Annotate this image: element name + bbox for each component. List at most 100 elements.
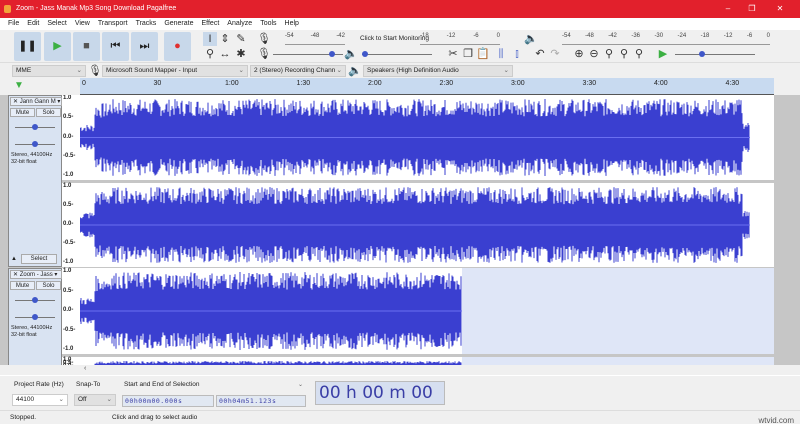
snap-to-label: Snap-To [76, 381, 100, 388]
mute-button[interactable]: Mute [10, 108, 35, 117]
waveform[interactable] [80, 183, 774, 267]
menu-analyze[interactable]: Analyze [227, 18, 252, 30]
play-speed-slider[interactable] [675, 54, 755, 55]
amplitude-scale: 1.00.5-0.0--0.5--1.0 [62, 183, 80, 267]
menu-help[interactable]: Help [285, 18, 299, 30]
play-head-icon[interactable]: ▼ [14, 80, 24, 91]
zoom-toggle-icon[interactable]: ⚲ [632, 47, 646, 61]
timeshift-tool-icon[interactable]: ↔ [218, 47, 232, 61]
menu-generate[interactable]: Generate [164, 18, 193, 30]
waveform[interactable] [80, 268, 774, 354]
fit-selection-icon[interactable]: ⚲ [602, 47, 616, 61]
track-name-menu[interactable]: ✕ Zoom - Jass ▾ [10, 270, 62, 279]
paste-icon[interactable]: 📋 [476, 47, 490, 61]
channels-select[interactable]: 2 (Stereo) Recording Chann⌄ [250, 65, 346, 77]
menu-bar: File Edit Select View Transport Tracks G… [0, 18, 800, 30]
play-at-speed-icon[interactable]: ▶ [656, 47, 670, 61]
watermark: wtvid.com [758, 416, 794, 425]
undo-icon[interactable]: ↶ [533, 47, 547, 61]
track-bitdepth: 32-bit float [11, 159, 52, 166]
input-device-select[interactable]: Microsoft Sound Mapper - Input⌄ [102, 65, 248, 77]
record-meter-right[interactable]: -18-12-60 [420, 33, 500, 45]
play-button[interactable]: ▶ [44, 32, 71, 61]
ruler-tick: 4:00 [654, 80, 668, 87]
menu-tools[interactable]: Tools [260, 18, 276, 30]
zoom-out-icon[interactable]: ⊖ [587, 47, 601, 61]
speaker-volume-icon: 🔈 [344, 47, 358, 61]
draw-tool-icon[interactable]: ✎ [234, 32, 248, 46]
record-button[interactable]: ● [164, 32, 191, 61]
mic-volume-icon: 🎙 [257, 47, 271, 61]
fit-project-icon[interactable]: ⚲ [617, 47, 631, 61]
gain-slider[interactable] [15, 127, 55, 128]
monitor-label[interactable]: Click to Start Monitoring [360, 35, 429, 42]
menu-select[interactable]: Select [47, 18, 66, 30]
maximize-button[interactable]: ❐ [738, 0, 766, 18]
status-bar: Stopped. Click and drag to select audio [0, 410, 800, 424]
track-name-menu[interactable]: ✕ Jann Gann M ▾ [10, 97, 62, 106]
pause-button[interactable]: ❚❚ [14, 32, 41, 61]
selection-tool-icon[interactable]: I [203, 32, 217, 46]
skip-to-start-button[interactable]: ⏮ [102, 32, 129, 61]
timeline-ruler[interactable]: ▼ 0301:001:302:002:303:003:304:004:30 [0, 78, 800, 95]
menu-tracks[interactable]: Tracks [136, 18, 157, 30]
zoom-tool-icon[interactable]: ⚲ [203, 47, 217, 61]
waveform[interactable] [80, 95, 774, 180]
copy-icon[interactable]: ❐ [461, 47, 475, 61]
trim-icon[interactable]: ⫼ [494, 47, 508, 61]
multi-tool-icon[interactable]: ✱ [234, 47, 248, 61]
snap-to-select[interactable]: Off⌄ [74, 394, 116, 406]
amplitude-scale: 1.00.5-0.0--0.5--1.0 [62, 95, 80, 180]
menu-view[interactable]: View [75, 18, 90, 30]
waveform[interactable] [80, 357, 774, 365]
record-meter[interactable]: -54-48-42 [285, 33, 345, 45]
project-rate-select[interactable]: 44100⌄ [12, 394, 68, 406]
close-button[interactable]: ✕ [766, 0, 794, 18]
status-hint: Click and drag to select audio [112, 411, 197, 425]
selection-start-time[interactable]: 00h00m00.000s [122, 395, 214, 407]
amplitude-scale: 1.00.5-0.0--0.5--1.0 [62, 357, 80, 365]
pan-slider[interactable] [15, 144, 55, 145]
redo-icon[interactable]: ↷ [548, 47, 562, 61]
track-control-panel: ✕ Jann Gann M ▾ Mute Solo Stereo, 44100H… [8, 95, 62, 267]
ruler-tick: 2:30 [440, 80, 454, 87]
horizontal-scrollbar[interactable]: ‹ [0, 365, 800, 375]
window-title: Zoom - Jass Manak Mp3 Song Download Paga… [16, 5, 176, 12]
collapse-button[interactable]: ▲ [11, 256, 17, 262]
selection-mode-dropdown[interactable]: ⌄ [298, 381, 303, 388]
selection-end-time[interactable]: 00h04m51.123s [216, 395, 306, 407]
gain-slider[interactable] [15, 300, 55, 301]
pan-slider[interactable] [15, 317, 55, 318]
select-button[interactable]: Select [21, 254, 57, 264]
audio-host-select[interactable]: MME⌄ [12, 65, 86, 77]
mute-button[interactable]: Mute [10, 281, 35, 290]
audio-position-display[interactable]: 00 h 00 m 00 s [315, 381, 445, 405]
zoom-in-icon[interactable]: ⊕ [572, 47, 586, 61]
solo-button[interactable]: Solo [36, 108, 61, 117]
playback-volume-slider[interactable] [362, 54, 432, 55]
speaker-icon: 🔈 [348, 64, 362, 78]
ruler-tick: 2:00 [368, 80, 382, 87]
tracks-area[interactable]: ✕ Jann Gann M ▾ Mute Solo Stereo, 44100H… [0, 95, 800, 365]
menu-edit[interactable]: Edit [27, 18, 39, 30]
skip-to-end-button[interactable]: ⏭ [131, 32, 158, 61]
stop-button[interactable]: ■ [73, 32, 100, 61]
menu-file[interactable]: File [8, 18, 19, 30]
toolbar: ❚❚ ▶ ■ ⏮ ⏭ ● I ⇕ ✎ ⚲ ↔ ✱ 🎙 -54-48-42 Cli… [0, 30, 800, 63]
playback-meter-speaker-icon[interactable]: 🔈 [524, 32, 538, 46]
solo-button[interactable]: Solo [36, 281, 61, 290]
output-device-select[interactable]: Speakers (High Definition Audio⌄ [363, 65, 513, 77]
menu-transport[interactable]: Transport [98, 18, 128, 30]
track-format: Stereo, 44100Hz [11, 325, 52, 332]
title-bar: Zoom - Jass Manak Mp3 Song Download Paga… [0, 0, 800, 18]
microphone-icon: 🎙 [88, 64, 102, 78]
record-meter-mic-icon[interactable]: 🎙 [257, 32, 271, 46]
menu-effect[interactable]: Effect [202, 18, 220, 30]
recording-volume-slider[interactable] [273, 54, 343, 55]
cut-icon[interactable]: ✂ [446, 47, 460, 61]
playback-meter[interactable]: -54-48-42-36-30-24-18-12-60 [562, 33, 770, 45]
track-control-panel: ✕ Zoom - Jass ▾ Mute Solo Stereo, 44100H… [8, 268, 62, 365]
amplitude-scale: 1.00.5-0.0--0.5--1.0 [62, 268, 80, 354]
silence-icon[interactable]: ⫾ [510, 47, 524, 61]
envelope-tool-icon[interactable]: ⇕ [218, 32, 232, 46]
